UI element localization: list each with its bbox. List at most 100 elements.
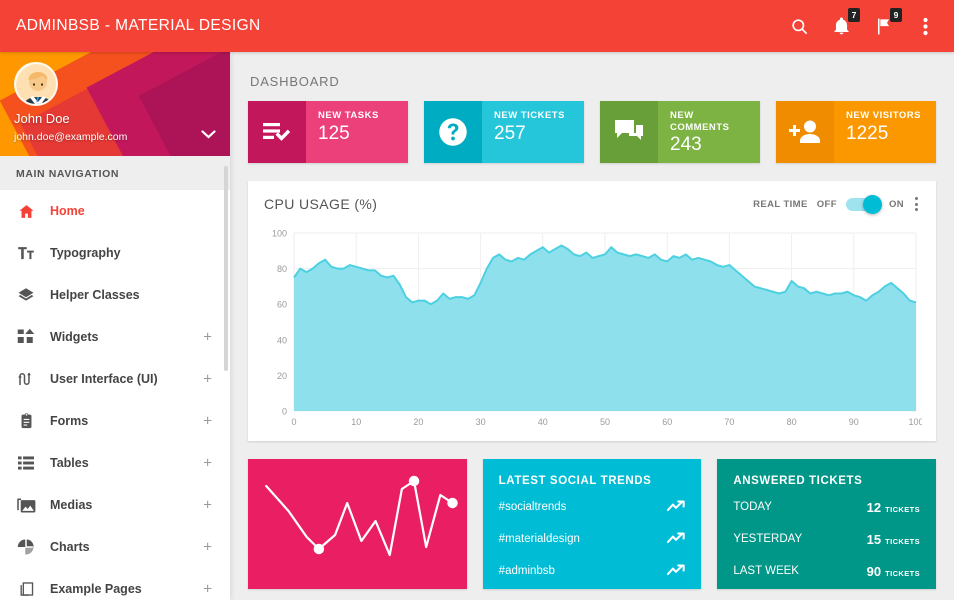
- info-box-label: NEW COMMENTS: [670, 110, 730, 133]
- info-box-body: NEW VISITORS 1225: [834, 101, 936, 163]
- sidebar-menu: Home Typography Helper Classes Widgets +…: [0, 190, 230, 600]
- sidebar-link-charts[interactable]: Charts +: [0, 526, 230, 568]
- search-icon[interactable]: [788, 15, 810, 37]
- ticket-unit: TICKETS: [885, 568, 921, 578]
- list-item[interactable]: #socialtrends: [499, 491, 686, 523]
- text-icon: [16, 243, 36, 263]
- realtime-label: REAL TIME: [753, 198, 808, 210]
- more-vertical-icon[interactable]: [914, 15, 936, 37]
- expand-plus-icon[interactable]: +: [203, 414, 212, 429]
- sidebar-link-widgets[interactable]: Widgets +: [0, 316, 230, 358]
- expand-plus-icon[interactable]: +: [203, 330, 212, 345]
- svg-text:0: 0: [291, 417, 296, 427]
- cpu-usage-chart: 0 20 40 60 80 100 0 10 20 30 40 50 60 70 80 90 100: [272, 229, 922, 428]
- sidebar-item-label: Medias: [50, 498, 93, 512]
- info-box-body: NEW TICKETS 257: [482, 101, 584, 163]
- svg-text:100: 100: [908, 417, 922, 427]
- info-box-value: 1225: [846, 122, 889, 144]
- info-box-new-visitors[interactable]: NEW VISITORS 1225: [776, 101, 936, 163]
- trend-label: #materialdesign: [498, 533, 580, 545]
- cpu-usage-chart-area: 0 20 40 60 80 100 0 10 20 30 40 50 60 70 80 90 100: [248, 223, 936, 441]
- sidebar-link-home[interactable]: Home: [0, 190, 230, 232]
- tasks-check-icon: [248, 101, 306, 163]
- sidebar-item-medias[interactable]: Medias +: [0, 484, 230, 526]
- sidebar-item-label: User Interface (UI): [50, 372, 158, 386]
- sidebar-link-user-interface[interactable]: User Interface (UI) +: [0, 358, 230, 400]
- trending-up-icon: [667, 499, 686, 515]
- ticket-value-group: 90 TICKETS: [867, 564, 920, 579]
- list-item[interactable]: LAST WEEK 90 TICKETS: [733, 555, 920, 587]
- sidebar-item-label: Forms: [50, 414, 89, 428]
- sidebar-item-label: Widgets: [50, 330, 99, 344]
- more-vertical-icon[interactable]: [913, 195, 920, 213]
- ticket-unit: TICKETS: [885, 504, 921, 514]
- sidebar-item-forms[interactable]: Forms +: [0, 400, 230, 442]
- svg-text:30: 30: [476, 417, 486, 427]
- sparkline-chart: [265, 475, 458, 557]
- sidebar-item-widgets[interactable]: Widgets +: [0, 316, 230, 358]
- expand-plus-icon[interactable]: +: [203, 372, 212, 387]
- info-box-label: NEW TASKS: [318, 110, 379, 121]
- widgets-icon: [16, 327, 36, 347]
- expand-plus-icon[interactable]: +: [203, 456, 212, 471]
- svg-text:50: 50: [600, 417, 610, 427]
- info-box-new-tasks[interactable]: NEW TASKS 125: [248, 101, 408, 163]
- sidebar-item-typography[interactable]: Typography: [0, 232, 230, 274]
- info-box-new-tickets[interactable]: NEW TICKETS 257: [424, 101, 584, 163]
- list-item[interactable]: YESTERDAY 15 TICKETS: [733, 523, 920, 555]
- sidebar-link-medias[interactable]: Medias +: [0, 484, 230, 526]
- sidebar-item-tables[interactable]: Tables +: [0, 442, 230, 484]
- sidebar-link-example-pages[interactable]: Example Pages +: [0, 568, 230, 600]
- user-email: john.doe@example.com: [14, 131, 128, 143]
- ticket-period-label: LAST WEEK: [733, 565, 799, 577]
- social-trends-list: #socialtrends #materialdesign #adminbsb: [483, 487, 702, 587]
- sidebar-item-label: Helper Classes: [50, 288, 140, 302]
- top-navbar: ADMINBSB - MATERIAL DESIGN 7 9: [0, 0, 954, 52]
- switch-off-label: OFF: [816, 198, 837, 210]
- svg-text:80: 80: [787, 417, 797, 427]
- ticket-count: 90: [866, 563, 882, 579]
- user-info-panel[interactable]: John Doe john.doe@example.com: [0, 52, 230, 156]
- chevron-down-icon[interactable]: [201, 126, 216, 144]
- svg-text:40: 40: [538, 417, 548, 427]
- page-title: DASHBOARD: [250, 74, 340, 89]
- svg-text:60: 60: [277, 300, 287, 310]
- expand-plus-icon[interactable]: +: [203, 498, 212, 513]
- sidebar-link-helper-classes[interactable]: Helper Classes: [0, 274, 230, 316]
- sidebar-link-tables[interactable]: Tables +: [0, 442, 230, 484]
- sidebar-item-label: Typography: [50, 246, 121, 260]
- switch-on-label: ON: [888, 198, 904, 210]
- flag-icon[interactable]: 9: [872, 8, 902, 37]
- bottom-widgets-row: LATEST SOCIAL TRENDS #socialtrends #mate…: [248, 459, 937, 589]
- sidebar-item-home[interactable]: Home: [0, 190, 230, 232]
- sidebar-scrollbar[interactable]: [224, 166, 228, 371]
- list-item[interactable]: #materialdesign: [499, 523, 686, 555]
- realtime-toggle[interactable]: [845, 194, 882, 214]
- sidebar-item-label: Charts: [50, 540, 90, 554]
- sidebar-item-user-interface[interactable]: User Interface (UI) +: [0, 358, 230, 400]
- info-box-label: NEW VISITORS: [846, 110, 921, 121]
- avatar[interactable]: [14, 62, 58, 106]
- swap-icon: [16, 369, 36, 389]
- svg-text:40: 40: [277, 335, 287, 345]
- pink-sparkline-card[interactable]: [248, 459, 467, 589]
- sidebar-item-charts[interactable]: Charts +: [0, 526, 230, 568]
- sidebar-item-helper-classes[interactable]: Helper Classes: [0, 274, 230, 316]
- info-box-value: 243: [670, 134, 702, 156]
- list-item[interactable]: TODAY 12 TICKETS: [733, 491, 920, 523]
- cpu-usage-card: CPU USAGE (%) REAL TIME OFF ON 0 20 40 60 80…: [248, 181, 936, 441]
- info-box-new-comments[interactable]: NEW COMMENTS 243: [600, 101, 760, 163]
- realtime-switch-group: REAL TIME OFF ON: [753, 194, 920, 214]
- ticket-value-group: 12 TICKETS: [867, 500, 920, 515]
- sidebar-link-typography[interactable]: Typography: [0, 232, 230, 274]
- main-content: DASHBOARD NEW TASKS 125 NEW TICKETS 257 …: [230, 52, 954, 600]
- sidebar-link-forms[interactable]: Forms +: [0, 400, 230, 442]
- expand-plus-icon[interactable]: +: [203, 582, 212, 597]
- trending-up-icon: [667, 531, 686, 547]
- sidebar-item-example-pages[interactable]: Example Pages +: [0, 568, 230, 600]
- layers-icon: [16, 285, 36, 305]
- list-item[interactable]: #adminbsb: [499, 555, 686, 587]
- sidebar-item-label: Example Pages: [50, 582, 142, 596]
- notifications-bell-icon[interactable]: 7: [830, 8, 860, 37]
- expand-plus-icon[interactable]: +: [203, 540, 212, 555]
